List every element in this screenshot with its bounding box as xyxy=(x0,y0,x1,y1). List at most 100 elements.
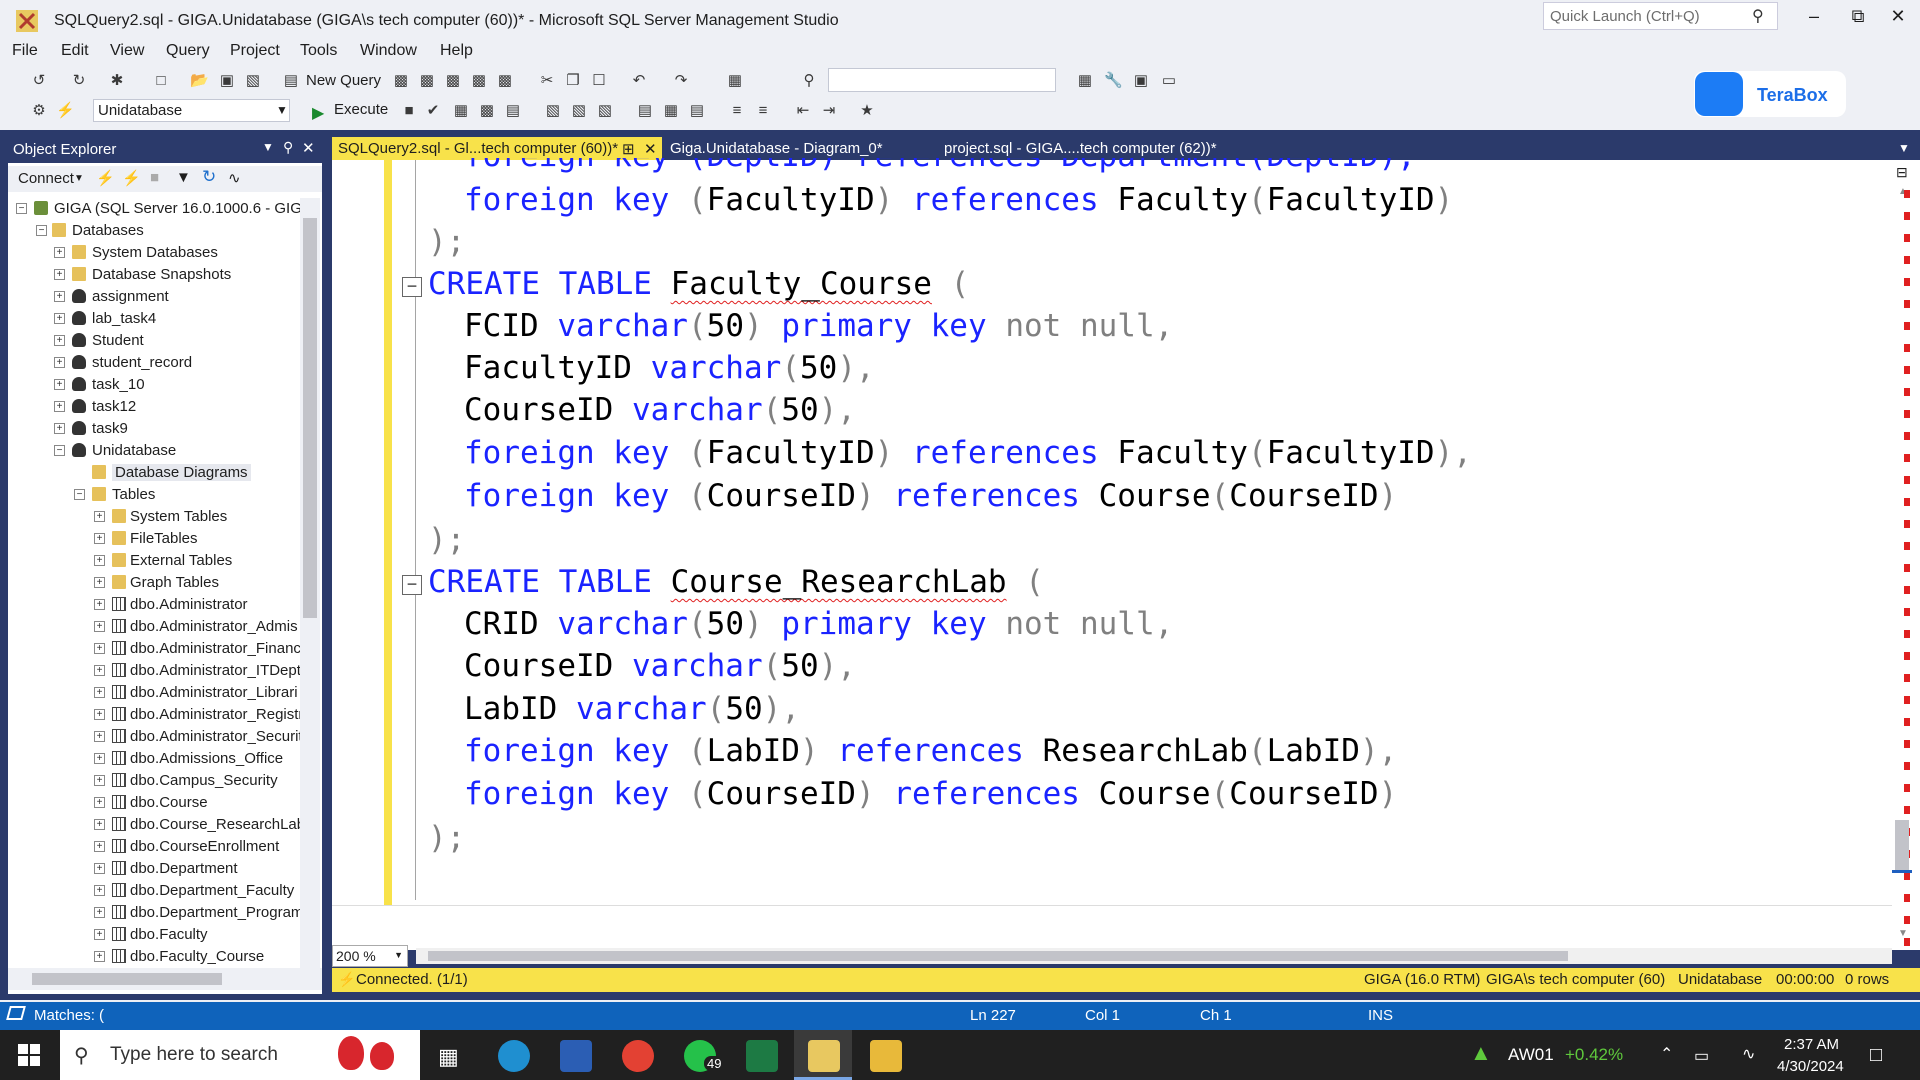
tree-item[interactable]: + assignment xyxy=(8,286,304,308)
tab-sqlquery2[interactable]: SQLQuery2.sql - Gl...tech computer (60))… xyxy=(332,137,662,161)
menu-project[interactable]: Project xyxy=(230,42,280,60)
stock-ticker[interactable]: AW01 xyxy=(1508,1045,1554,1065)
search-icon[interactable]: ⚲ xyxy=(1752,6,1764,26)
tree-item-table[interactable]: + dbo.Admissions_Office xyxy=(8,748,304,770)
tab-project[interactable]: project.sql - GIGA....tech computer (62)… xyxy=(938,137,1223,161)
live-stats-icon[interactable]: ▧ xyxy=(570,102,588,120)
menu-edit[interactable]: Edit xyxy=(61,42,89,60)
collapse-icon[interactable]: − xyxy=(36,225,47,236)
tree-item-table[interactable]: + dbo.Administrator_Admis xyxy=(8,616,304,638)
expand-icon[interactable]: + xyxy=(94,599,105,610)
battery-icon[interactable]: ▭ xyxy=(1694,1046,1709,1066)
comment-icon[interactable]: ≡ xyxy=(728,102,746,120)
tree-item-table[interactable]: + dbo.Faculty xyxy=(8,924,304,946)
expand-icon[interactable]: + xyxy=(94,577,105,588)
editor-hscroll-thumb[interactable] xyxy=(428,951,1568,961)
close-tab-icon[interactable]: ✕ xyxy=(644,140,657,158)
tree-item[interactable]: + lab_task4 xyxy=(8,308,304,330)
connect-chevron-icon[interactable]: ▼ xyxy=(74,173,84,184)
back-icon[interactable]: ↺ xyxy=(30,72,48,90)
paste-icon[interactable]: ☐ xyxy=(590,72,608,90)
panel-menu-chevron-icon[interactable]: ▼ xyxy=(262,140,274,154)
wifi-icon[interactable]: ∿ xyxy=(1742,1044,1755,1064)
include-plan-icon[interactable]: ▧ xyxy=(544,102,562,120)
menu-file[interactable]: File xyxy=(12,42,38,60)
xmla-query-icon[interactable]: ▩ xyxy=(470,72,488,90)
tree-item-table[interactable]: + dbo.Administrator xyxy=(8,594,304,616)
edge-icon[interactable] xyxy=(498,1040,530,1072)
tree-item-table[interactable]: + dbo.Campus_Security xyxy=(8,770,304,792)
tab-overflow-chevron-icon[interactable]: ▼ xyxy=(1898,141,1910,155)
change-connection-icon[interactable]: ⚡ xyxy=(56,102,75,120)
filter-icon[interactable]: ▼ xyxy=(176,169,191,186)
chrome-icon[interactable] xyxy=(622,1040,654,1072)
copy-icon[interactable]: ❐ xyxy=(564,72,582,90)
expand-icon[interactable]: + xyxy=(94,753,105,764)
object-explorer-hscrollbar[interactable] xyxy=(8,968,322,990)
expand-icon[interactable]: + xyxy=(94,797,105,808)
expand-icon[interactable]: + xyxy=(54,357,65,368)
pin-icon[interactable]: ⚲ xyxy=(283,139,293,156)
collapse-region-icon[interactable]: − xyxy=(402,575,422,595)
minimize-button[interactable]: – xyxy=(1796,6,1832,36)
menu-tools[interactable]: Tools xyxy=(300,42,337,60)
toolbox-icon[interactable]: ▣ xyxy=(1132,72,1150,90)
menu-help[interactable]: Help xyxy=(440,42,473,60)
connect-icon[interactable]: ⚙ xyxy=(30,102,48,120)
tree-item[interactable]: + External Tables xyxy=(8,550,304,572)
tree-item[interactable]: + Student xyxy=(8,330,304,352)
word-icon[interactable] xyxy=(560,1040,592,1072)
quick-launch-input[interactable]: Quick Launch (Ctrl+Q) xyxy=(1543,2,1778,30)
task-view-icon[interactable]: ▦ xyxy=(438,1044,459,1070)
results-grid-icon[interactable]: ▦ xyxy=(662,102,680,120)
expand-icon[interactable]: + xyxy=(54,401,65,412)
restore-button[interactable]: ⧉ xyxy=(1840,6,1876,36)
expand-icon[interactable]: + xyxy=(94,621,105,632)
expand-icon[interactable]: + xyxy=(94,929,105,940)
save-icon[interactable]: ▣ xyxy=(218,72,236,90)
tree-item-tables[interactable]: − Tables xyxy=(8,484,304,506)
expand-icon[interactable]: + xyxy=(94,819,105,830)
new-query-icon[interactable]: ▤ xyxy=(282,72,300,90)
close-panel-icon[interactable]: ✕ xyxy=(302,139,315,157)
menu-view[interactable]: View xyxy=(110,42,144,60)
expand-icon[interactable]: + xyxy=(94,775,105,786)
tree-databases[interactable]: − Databases xyxy=(8,220,304,242)
chevron-down-icon[interactable]: ▼ xyxy=(276,103,288,117)
expand-icon[interactable]: + xyxy=(94,687,105,698)
collapse-region-icon[interactable]: − xyxy=(402,277,422,297)
stop-icon[interactable]: ■ xyxy=(150,169,159,186)
expand-icon[interactable]: + xyxy=(94,907,105,918)
tree-item[interactable]: + System Tables xyxy=(8,506,304,528)
forward-icon[interactable]: ↻ xyxy=(70,72,88,90)
execute-icon[interactable]: ▶ xyxy=(312,103,324,123)
pin-icon[interactable]: ⊞ xyxy=(622,140,635,158)
tree-item-table[interactable]: + dbo.Department_Faculty xyxy=(8,880,304,902)
tree-item-table[interactable]: + dbo.Administrator_Financ xyxy=(8,638,304,660)
open-file-icon[interactable]: 📂 xyxy=(190,72,209,90)
expand-icon[interactable]: + xyxy=(94,709,105,720)
tree-item-table[interactable]: + dbo.Course_ResearchLab xyxy=(8,814,304,836)
tree-item[interactable]: + System Databases xyxy=(8,242,304,264)
undo-icon[interactable]: ↶ xyxy=(630,72,648,90)
new-project-icon[interactable]: ✱ xyxy=(108,72,126,90)
tree-item[interactable]: + task9 xyxy=(8,418,304,440)
expand-icon[interactable]: + xyxy=(94,511,105,522)
activity-monitor-icon[interactable]: ▦ xyxy=(726,72,744,90)
specify-values-icon[interactable]: ★ xyxy=(858,102,876,120)
windows-start-icon[interactable] xyxy=(18,1044,40,1066)
tree-item[interactable]: + student_record xyxy=(8,352,304,374)
tab-diagram[interactable]: Giga.Unidatabase - Diagram_0* xyxy=(664,137,889,161)
split-icon[interactable]: ⊟ xyxy=(1896,164,1908,181)
solution-explorer-icon[interactable]: ▦ xyxy=(1076,72,1094,90)
expand-icon[interactable]: + xyxy=(54,269,65,280)
tree-item-table[interactable]: + dbo.Faculty_Course xyxy=(8,946,304,968)
expand-icon[interactable]: + xyxy=(54,291,65,302)
results-to-icon[interactable]: ▤ xyxy=(504,102,522,120)
clock-time[interactable]: 2:37 AM xyxy=(1784,1036,1839,1053)
tree-item-table[interactable]: + dbo.Administrator_ITDept xyxy=(8,660,304,682)
activity-icon[interactable]: ∿ xyxy=(228,169,241,187)
redo-icon[interactable]: ↷ xyxy=(672,72,690,90)
disconnect-icon[interactable]: ⚡ xyxy=(122,169,141,187)
scroll-down-icon[interactable]: ▼ xyxy=(1898,928,1908,939)
